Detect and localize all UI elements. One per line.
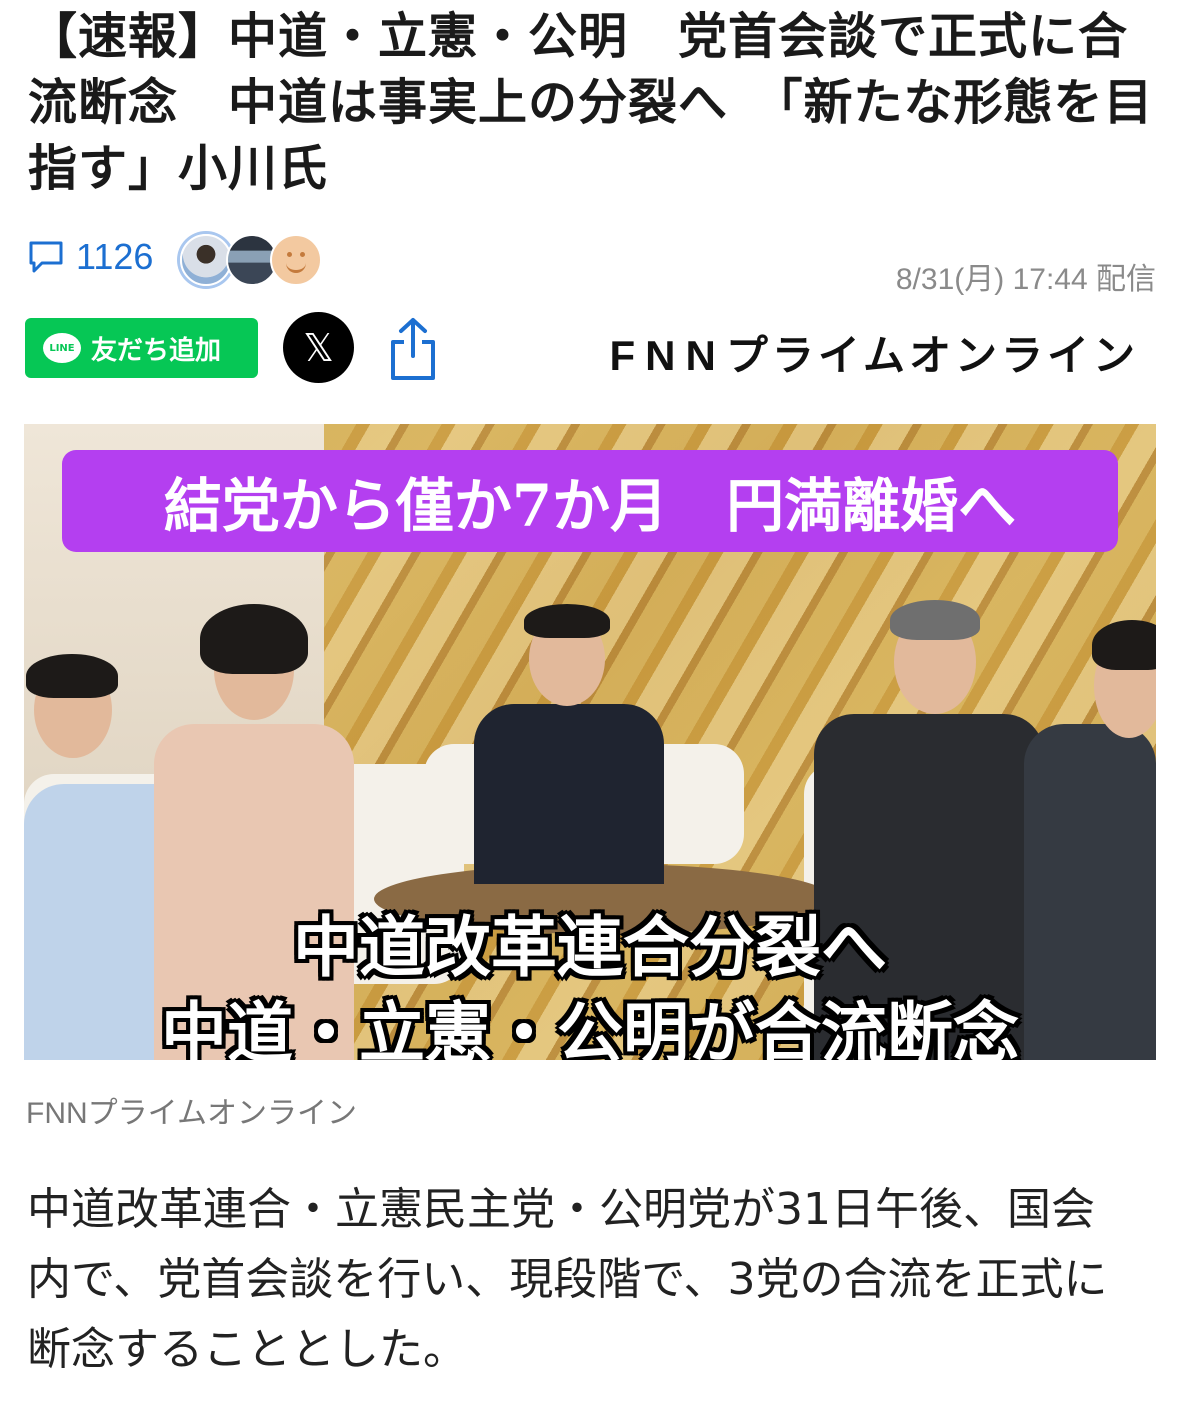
share-bar: LINE 友だち追加 𝕏 FNNプライムオンライン xyxy=(25,312,1155,387)
comment-button[interactable]: 1126 xyxy=(26,236,153,278)
comment-count: 1126 xyxy=(76,236,154,277)
avatar xyxy=(180,234,232,286)
photo-person xyxy=(474,704,664,884)
photo-caption-bottom-line2: 中道・立憲・公明が合流断念 xyxy=(161,994,1019,1060)
article-body: 中道改革連合・立憲民主党・公明党が31日午後、国会内で、党首会談を行い、現段階で… xyxy=(27,1184,1108,1375)
commenter-avatars[interactable] xyxy=(180,234,322,286)
x-logo-icon: 𝕏 xyxy=(303,325,334,370)
photo-person-hair xyxy=(26,654,118,698)
avatar xyxy=(270,234,322,286)
photo-credit: FNNプライムオンライン xyxy=(26,1097,358,1130)
comment-icon xyxy=(29,241,63,273)
photo-caption-top: 結党から僅か7か月 円満離婚へ xyxy=(62,450,1118,552)
photo-person-hair xyxy=(524,604,610,638)
article-headline: 【速報】中道・立憲・公明 党首会談で正式に合流断念 中道は事実上の分裂へ 「新た… xyxy=(28,8,1154,197)
x-share-button[interactable]: 𝕏 xyxy=(283,312,354,383)
line-button-label: 友だち追加 xyxy=(91,335,222,366)
line-logo-icon: LINE xyxy=(43,333,81,363)
publisher-logo[interactable]: FNNプライムオンライン xyxy=(610,322,1140,383)
publisher-logo-prefix: FNN xyxy=(609,332,726,379)
photo-caption-bottom-line1: 中道改革連合分裂へ xyxy=(293,908,887,986)
article-meta: 1126 8/31(月) 17:44 配信 xyxy=(26,232,1156,296)
publish-date: 8/31(月) 17:44 配信 xyxy=(895,263,1156,296)
publisher-logo-suffix: プライムオンライン xyxy=(725,331,1139,380)
line-add-friend-button[interactable]: LINE 友だち追加 xyxy=(25,318,258,378)
photo-person-hair xyxy=(1092,620,1156,670)
photo-person-hair xyxy=(200,604,308,674)
article-photo[interactable]: 結党から僅か7か月 円満離婚へ 中道改革連合分裂へ 中道・立憲・公明が合流断念 xyxy=(24,424,1156,1060)
photo-person-hair xyxy=(890,600,980,640)
share-icon[interactable] xyxy=(387,316,439,382)
